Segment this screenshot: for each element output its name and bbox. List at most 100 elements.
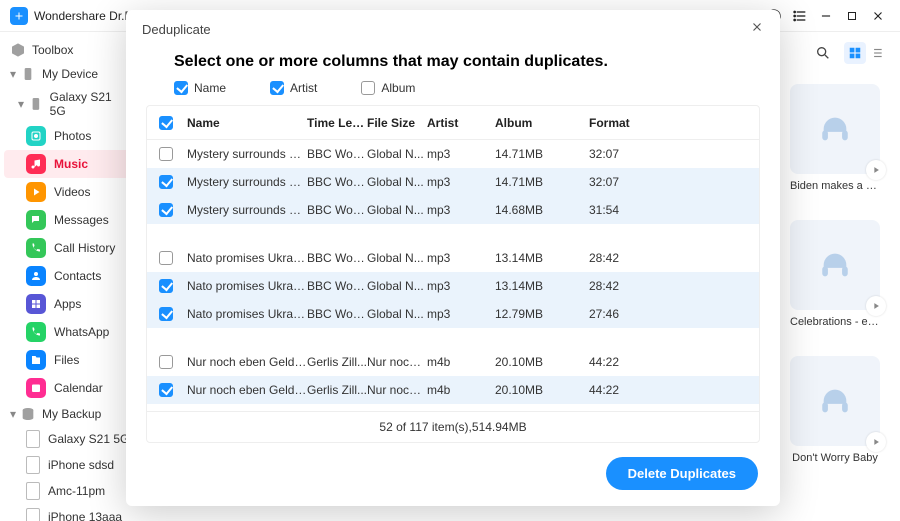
row-checkbox[interactable] bbox=[159, 279, 173, 293]
row-checkbox[interactable] bbox=[159, 251, 173, 265]
device-icon bbox=[26, 508, 40, 521]
cell-album: 20.10MB bbox=[495, 383, 589, 397]
chevron-down-icon: ▾ bbox=[10, 67, 20, 81]
grid-view-button[interactable] bbox=[844, 42, 866, 64]
backup-item[interactable]: iPhone 13aaa bbox=[4, 504, 136, 521]
table-row[interactable]: Mystery surrounds UF...BBC Worl...Global… bbox=[147, 168, 759, 196]
table-row[interactable]: Nato promises Ukraine...BBC Worl...Globa… bbox=[147, 244, 759, 272]
sidebar-toolbox[interactable]: Toolbox bbox=[4, 38, 136, 62]
dialog-close-button[interactable] bbox=[750, 20, 764, 39]
cell-album: 14.71MB bbox=[495, 147, 589, 161]
thumb-title: Biden makes a s... bbox=[790, 180, 880, 192]
sidebar-device[interactable]: ▾ Galaxy S21 5G bbox=[4, 86, 136, 122]
cell-file-size: Nur noch ... bbox=[367, 355, 427, 369]
table-status: 52 of 117 item(s),514.94MB bbox=[147, 411, 759, 442]
row-checkbox[interactable] bbox=[159, 147, 173, 161]
checkbox-icon[interactable] bbox=[270, 81, 284, 95]
table-row[interactable]: Nur noch eben Geld ho...Gerlis Zill...Nu… bbox=[147, 376, 759, 404]
duplicates-table: Name Time Len... File Size Artist Album … bbox=[146, 105, 760, 443]
sidebar-device-label: Galaxy S21 5G bbox=[50, 90, 130, 118]
cell-time-length: BBC Worl... bbox=[307, 147, 367, 161]
play-icon[interactable] bbox=[866, 432, 886, 452]
column-filter-row: Name Artist Album bbox=[126, 81, 780, 105]
row-checkbox[interactable] bbox=[159, 175, 173, 189]
maximize-button[interactable] bbox=[840, 4, 864, 28]
backup-item[interactable]: Amc-11pm bbox=[4, 478, 136, 504]
cell-name: Nato promises Ukraine... bbox=[187, 307, 307, 321]
sidebar-item-whatsapp[interactable]: WhatsApp bbox=[4, 318, 136, 346]
cell-file-size: Global N... bbox=[367, 175, 427, 189]
sidebar-item-icon bbox=[26, 322, 46, 342]
sidebar-item-label: Messages bbox=[54, 213, 109, 227]
row-checkbox[interactable] bbox=[159, 203, 173, 217]
select-all-checkbox[interactable] bbox=[159, 116, 173, 130]
row-checkbox[interactable] bbox=[159, 383, 173, 397]
music-thumb[interactable]: Biden makes a s... bbox=[790, 84, 880, 192]
music-thumb[interactable]: Don't Worry Baby bbox=[790, 356, 880, 464]
play-icon[interactable] bbox=[866, 160, 886, 180]
sidebar-item-music[interactable]: Music bbox=[4, 150, 136, 178]
cell-time-length: BBC Worl... bbox=[307, 251, 367, 265]
close-button[interactable] bbox=[866, 4, 890, 28]
sidebar-item-call-history[interactable]: Call History bbox=[4, 234, 136, 262]
cell-format: 27:46 bbox=[589, 307, 669, 321]
checkbox-icon[interactable] bbox=[174, 81, 188, 95]
cell-time-length: BBC Worl... bbox=[307, 203, 367, 217]
sidebar-item-files[interactable]: Files bbox=[4, 346, 136, 374]
sidebar-item-icon bbox=[26, 294, 46, 314]
cell-file-size: Global N... bbox=[367, 279, 427, 293]
sidebar-item-videos[interactable]: Videos bbox=[4, 178, 136, 206]
cell-album: 13.14MB bbox=[495, 279, 589, 293]
sidebar-item-label: Call History bbox=[54, 241, 115, 255]
table-row[interactable]: Nato promises Ukraine...BBC Worl...Globa… bbox=[147, 300, 759, 328]
thumb-title: Don't Worry Baby bbox=[790, 452, 880, 464]
col-name[interactable]: Name bbox=[187, 116, 307, 130]
cell-artist: mp3 bbox=[427, 279, 495, 293]
sidebar-my-backup[interactable]: ▾ My Backup bbox=[4, 402, 136, 426]
table-row[interactable]: Mystery surrounds UF...BBC Worl...Global… bbox=[147, 140, 759, 168]
backup-item-label: Amc-11pm bbox=[48, 484, 105, 498]
cell-album: 20.10MB bbox=[495, 355, 589, 369]
table-row[interactable]: Mystery surrounds UF...BBC Worl...Global… bbox=[147, 196, 759, 224]
play-icon[interactable] bbox=[866, 296, 886, 316]
cell-time-length: Gerlis Zill... bbox=[307, 355, 367, 369]
device-group-icon bbox=[20, 66, 36, 82]
list-icon[interactable] bbox=[788, 4, 812, 28]
checkbox-icon[interactable] bbox=[361, 81, 375, 95]
col-time-length[interactable]: Time Len... bbox=[307, 116, 367, 130]
backup-item[interactable]: iPhone sdsd bbox=[4, 452, 136, 478]
sidebar-item-icon bbox=[26, 266, 46, 286]
filter-artist-label: Artist bbox=[290, 81, 317, 95]
cell-file-size: Global N... bbox=[367, 251, 427, 265]
minimize-button[interactable] bbox=[814, 4, 838, 28]
cell-format: 44:22 bbox=[589, 383, 669, 397]
filter-album[interactable]: Album bbox=[361, 81, 415, 95]
col-artist[interactable]: Artist bbox=[427, 116, 495, 130]
list-view-button[interactable] bbox=[866, 42, 888, 64]
filter-name[interactable]: Name bbox=[174, 81, 226, 95]
cell-name: Mystery surrounds UF... bbox=[187, 203, 307, 217]
sidebar-item-messages[interactable]: Messages bbox=[4, 206, 136, 234]
cell-name: Nato promises Ukraine... bbox=[187, 279, 307, 293]
backup-item[interactable]: Galaxy S21 5G bbox=[4, 426, 136, 452]
sidebar-item-contacts[interactable]: Contacts bbox=[4, 262, 136, 290]
delete-duplicates-button[interactable]: Delete Duplicates bbox=[606, 457, 758, 490]
sidebar-my-device[interactable]: ▾ My Device bbox=[4, 62, 136, 86]
table-row[interactable]: Nur noch eben Geld ho...Gerlis Zill...Nu… bbox=[147, 348, 759, 376]
col-file-size[interactable]: File Size bbox=[367, 116, 427, 130]
sidebar-item-calendar[interactable]: Calendar bbox=[4, 374, 136, 402]
row-checkbox[interactable] bbox=[159, 355, 173, 369]
col-format[interactable]: Format bbox=[589, 116, 669, 130]
cell-file-size: Global N... bbox=[367, 203, 427, 217]
search-icon[interactable] bbox=[812, 42, 834, 64]
cell-album: 14.71MB bbox=[495, 175, 589, 189]
sidebar-item-label: Apps bbox=[54, 297, 81, 311]
filter-artist[interactable]: Artist bbox=[270, 81, 317, 95]
col-album[interactable]: Album bbox=[495, 116, 589, 130]
table-row[interactable]: Nato promises Ukraine...BBC Worl...Globa… bbox=[147, 272, 759, 300]
sidebar-item-photos[interactable]: Photos bbox=[4, 122, 136, 150]
device-icon bbox=[26, 430, 40, 448]
row-checkbox[interactable] bbox=[159, 307, 173, 321]
sidebar-item-apps[interactable]: Apps bbox=[4, 290, 136, 318]
music-thumb[interactable]: Celebrations - ed... bbox=[790, 220, 880, 328]
